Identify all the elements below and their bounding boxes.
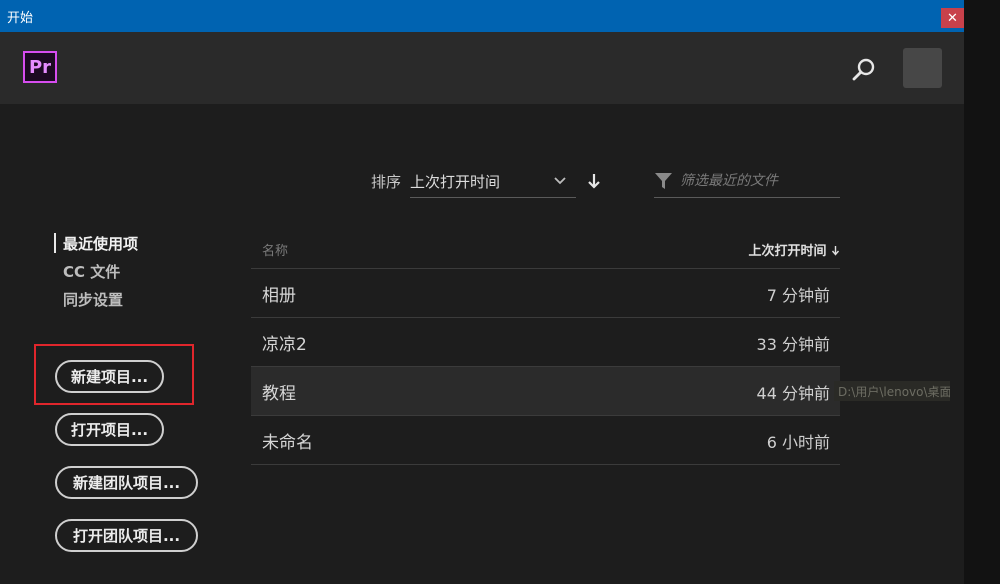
sort-value: 上次打开时间 (410, 173, 501, 191)
table-row[interactable]: 教程 44 分钟前 (251, 367, 840, 416)
arrow-down-icon[interactable] (586, 172, 602, 190)
table-row[interactable]: 凉凉2 33 分钟前 (251, 318, 840, 367)
nav-sync-settings[interactable]: 同步设置 (63, 289, 123, 310)
sort-dropdown[interactable]: 上次打开时间 (410, 166, 576, 198)
table-header: 名称 上次打开时间 (251, 228, 840, 269)
filter-icon (655, 173, 672, 189)
file-name: 未命名 (262, 433, 313, 453)
file-name: 教程 (262, 384, 296, 404)
nav-recent[interactable]: 最近使用项 (63, 233, 138, 254)
new-team-project-button[interactable]: 新建团队项目... (55, 466, 198, 499)
app-header (0, 32, 964, 104)
background-strip (964, 0, 1000, 584)
file-time: 6 小时前 (766, 433, 830, 452)
new-project-button[interactable]: 新建项目... (55, 360, 164, 393)
sort-label: 排序 (371, 173, 402, 191)
column-last-opened[interactable]: 上次打开时间 (748, 240, 840, 259)
nav-cc-files[interactable]: CC 文件 (63, 261, 120, 282)
file-time: 33 分钟前 (756, 335, 830, 354)
chevron-down-icon (554, 177, 566, 185)
search-icon[interactable] (852, 57, 876, 81)
table-row[interactable]: 未命名 6 小时前 (251, 416, 840, 465)
window-title: 开始 (7, 10, 34, 26)
close-icon: ✕ (947, 10, 958, 26)
file-time: 44 分钟前 (756, 384, 830, 403)
window-titlebar: 开始 (0, 0, 964, 32)
column-last-opened-label: 上次打开时间 (748, 244, 827, 259)
path-tooltip: D:\用户\lenovo\桌面\教程.prproj (834, 381, 950, 401)
filter-input[interactable] (680, 170, 838, 192)
avatar[interactable] (903, 48, 942, 88)
open-project-button[interactable]: 打开项目... (55, 413, 164, 446)
active-indicator (54, 233, 56, 253)
file-time: 7 分钟前 (766, 286, 830, 305)
column-name[interactable]: 名称 (262, 240, 288, 259)
filter-field[interactable] (654, 166, 840, 198)
premiere-logo: Pr (23, 51, 57, 83)
close-button[interactable]: ✕ (941, 8, 964, 28)
sort-arrow-icon (831, 246, 840, 256)
file-name: 相册 (262, 286, 296, 306)
file-name: 凉凉2 (262, 335, 307, 355)
open-team-project-button[interactable]: 打开团队项目... (55, 519, 198, 552)
table-row[interactable]: 相册 7 分钟前 (251, 269, 840, 318)
